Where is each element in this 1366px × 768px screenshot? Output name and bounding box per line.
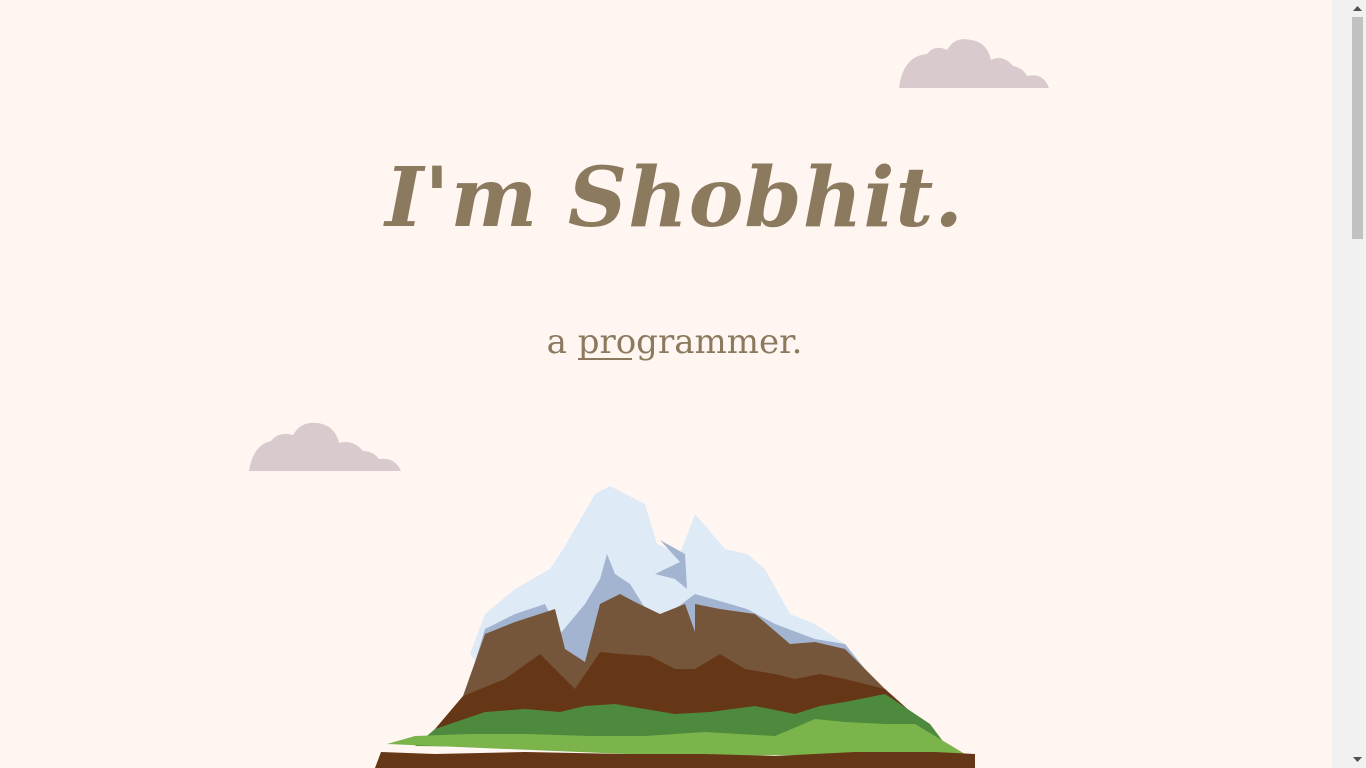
tagline-role-text: programmer. <box>577 322 803 362</box>
vertical-scrollbar[interactable] <box>1349 0 1366 768</box>
scroll-thumb[interactable] <box>1352 17 1363 239</box>
scrollbar[interactable] <box>1332 0 1349 768</box>
scroll-down-button[interactable] <box>1349 751 1366 768</box>
cloud-icon <box>249 422 401 471</box>
tagline-prefix: a <box>546 322 578 362</box>
page-title: I'm Shobhit. <box>385 150 964 246</box>
page: I'm Shobhit. a programmer. <box>0 0 1349 768</box>
tagline: a programmer. <box>0 322 1349 362</box>
mountain-illustration <box>375 486 975 768</box>
typing-underline <box>577 358 632 360</box>
triangle-down-icon <box>1353 757 1362 762</box>
tagline-role: programmer. <box>577 322 803 362</box>
scroll-up-button[interactable] <box>1349 0 1366 17</box>
cloud-icon <box>899 39 1049 88</box>
triangle-up-icon <box>1353 6 1362 11</box>
